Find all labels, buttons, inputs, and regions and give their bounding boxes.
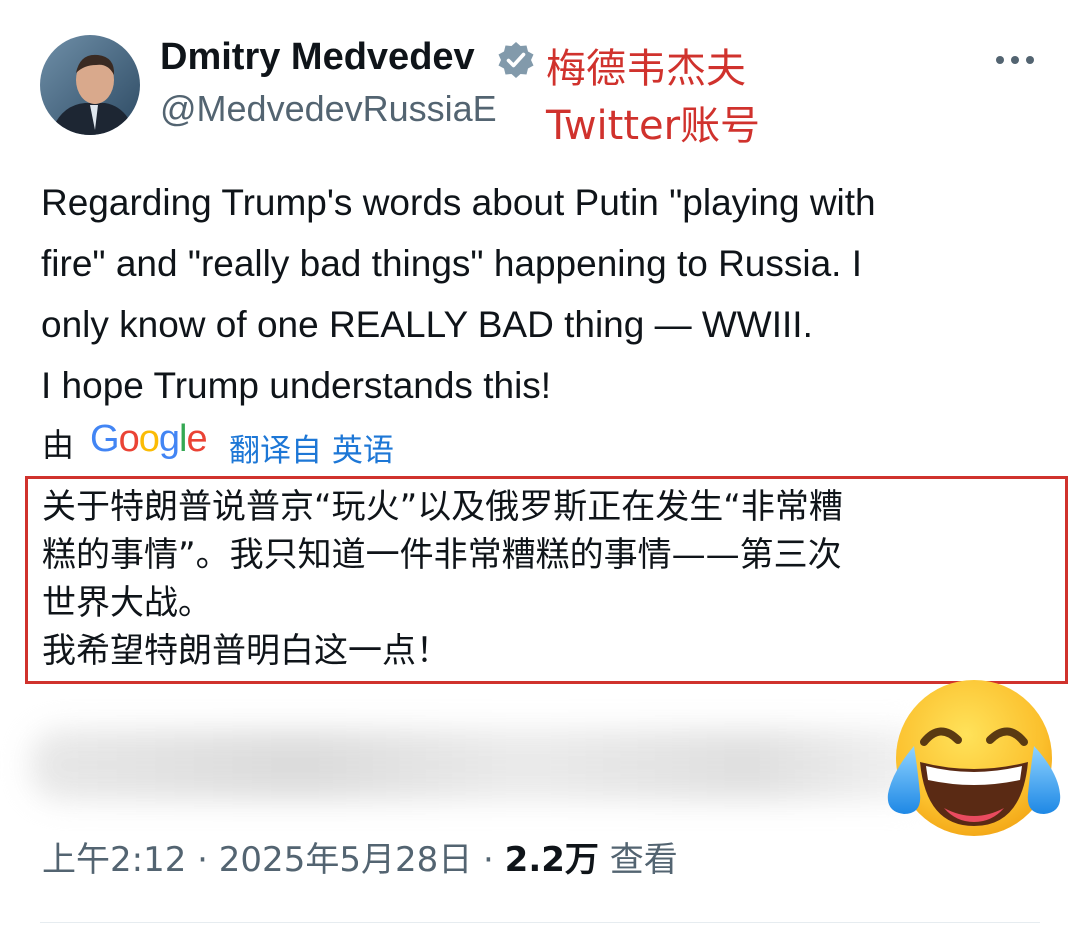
tweet-date[interactable]: 2025年5月28日 [219,840,472,880]
tears-of-joy-emoji-icon [882,676,1062,846]
blurred-region [30,730,930,800]
translation-line: 关于特朗普说普京“玩火”以及俄罗斯正在发生“非常糟 [42,487,843,527]
tweet-line: fire" and "really bad things" happening … [41,243,863,284]
google-letter-o2: o [138,418,160,460]
avatar-image [40,35,140,135]
tweet-text: Regarding Trump's words about Putin "pla… [41,172,1041,416]
verified-badge-icon[interactable] [496,40,536,80]
author-name[interactable]: Dmitry Medvedev [160,36,475,79]
views-label: 查看 [609,840,678,880]
google-letter-g: g [158,418,180,460]
google-logo: Google [90,418,208,461]
author-handle[interactable]: @MedvedevRussiaE [160,88,497,130]
google-letter-o1: o [118,418,140,460]
translation-line: 糕的事情”。我只知道一件非常糟糕的事情——第三次 [42,535,842,575]
avatar[interactable] [40,35,140,135]
tweet-line: only know of one REALLY BAD thing — WWII… [41,304,813,345]
translation-line: 世界大战。 [42,583,212,623]
meta-separator: · [483,840,494,880]
divider [40,922,1040,923]
translated-by-label: 由 [42,426,75,464]
translation-line: 我希望特朗普明白这一点！ [42,631,450,671]
annotation-line-1: 梅德韦杰夫 [546,46,746,92]
more-options-icon[interactable] [990,45,1040,75]
translated-from-link[interactable]: 翻译自 英语 [229,425,394,470]
google-letter-G: G [90,418,120,460]
tweet-meta: 上午2:12 · 2025年5月28日 · 2.2万 查看 [42,832,678,881]
tweet-line: I hope Trump understands this! [41,365,552,406]
translated-text: 关于特朗普说普京“玩火”以及俄罗斯正在发生“非常糟 糕的事情”。我只知道一件非常… [42,483,1052,675]
views-count[interactable]: 2.2万 [505,840,599,880]
tweet-time[interactable]: 上午2:12 [42,840,186,880]
google-letter-e: e [186,418,207,460]
annotation-line-2: Twitter账号 [546,103,761,149]
meta-separator: · [197,840,208,880]
tweet-line: Regarding Trump's words about Putin "pla… [41,182,876,223]
